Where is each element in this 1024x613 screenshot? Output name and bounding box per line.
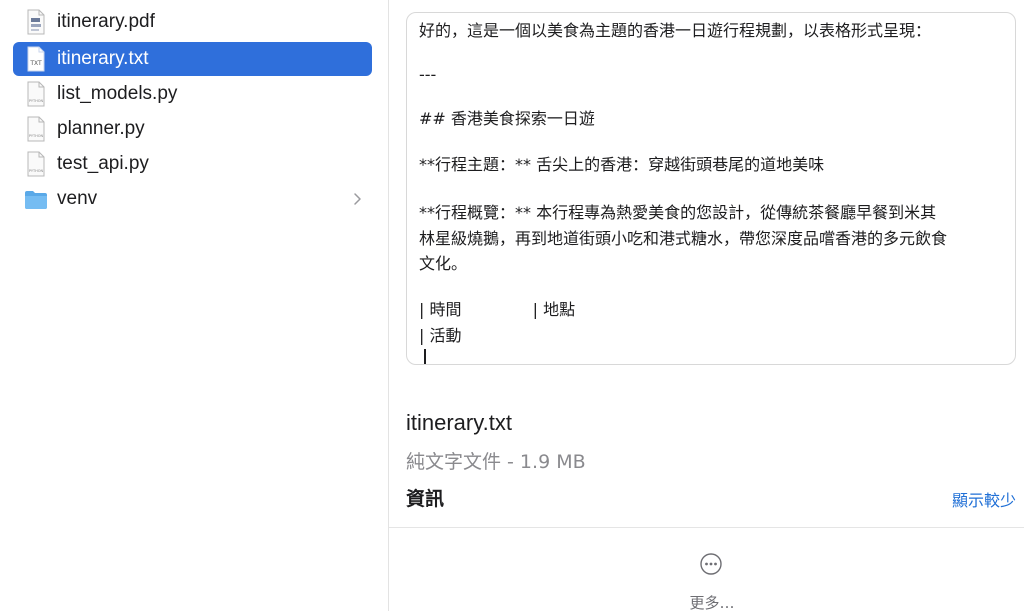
preview-text-line: ---: [419, 65, 437, 84]
divider: [389, 527, 1024, 528]
show-less-link[interactable]: 顯示較少: [952, 487, 1016, 511]
file-name: planner.py: [57, 118, 145, 139]
file-name: itinerary.pdf: [57, 11, 155, 32]
python-file-icon: PYTHON: [27, 116, 45, 142]
more-label: 更多…: [689, 594, 735, 612]
preview-table-line: | 時間 | 地點: [419, 300, 576, 319]
python-file-icon: PYTHON: [27, 151, 45, 177]
txt-file-icon: TXT: [27, 46, 45, 72]
file-row-itinerary-txt[interactable]: TXT itinerary.txt: [13, 42, 372, 76]
file-name: test_api.py: [57, 153, 149, 174]
file-name: list_models.py: [57, 83, 178, 104]
svg-text:PYTHON: PYTHON: [29, 99, 44, 103]
file-title: itinerary.txt: [406, 410, 512, 435]
folder-icon: [25, 191, 47, 209]
file-sidebar: itinerary.pdf TXT itinerary.txt PYTHON l…: [0, 0, 389, 611]
svg-text:PYTHON: PYTHON: [29, 169, 44, 173]
preview-text-line: 好的，這是一個以美食為主題的香港一日遊行程規劃，以表格形式呈現：: [419, 21, 932, 40]
file-row-planner-py[interactable]: PYTHON planner.py: [13, 112, 372, 146]
svg-text:TXT: TXT: [29, 60, 42, 67]
info-section-heading: 資訊: [406, 488, 445, 510]
text-caret: [424, 349, 426, 364]
preview-text-line: 文化。: [419, 254, 468, 273]
svg-text:PYTHON: PYTHON: [29, 134, 44, 138]
more-ellipsis-icon: [700, 553, 722, 575]
preview-text-line: **行程概覽：** 本行程專為熱愛美食的您設計，從傳統茶餐廳早餐到米其: [419, 203, 937, 222]
file-row-list-models-py[interactable]: PYTHON list_models.py: [13, 77, 372, 111]
preview-table-line: | 活動: [419, 326, 462, 345]
more-button[interactable]: 更多…: [683, 550, 743, 612]
preview-text-line: 林星級燒鵝，再到地道街頭小吃和港式糖水，帶您深度品嚐香港的多元飲食: [419, 229, 948, 248]
python-file-icon: PYTHON: [27, 81, 45, 107]
pdf-file-icon: [27, 9, 45, 35]
file-name: venv: [57, 188, 98, 209]
file-name: itinerary.txt: [57, 48, 149, 69]
chevron-right-icon[interactable]: [352, 192, 362, 206]
file-preview[interactable]: 好的，這是一個以美食為主題的香港一日遊行程規劃，以表格形式呈現： --- ## …: [406, 12, 1016, 365]
file-row-venv[interactable]: venv: [13, 182, 372, 216]
file-row-test-api-py[interactable]: PYTHON test_api.py: [13, 147, 372, 181]
file-row-itinerary-pdf[interactable]: itinerary.pdf: [13, 5, 372, 39]
preview-text-line: **行程主題：** 舌尖上的香港：穿越街頭巷尾的道地美味: [419, 155, 825, 174]
file-kind-size: 純文字文件 - 1.9 MB: [406, 451, 586, 473]
preview-heading: ## 香港美食探索一日遊: [419, 109, 595, 128]
